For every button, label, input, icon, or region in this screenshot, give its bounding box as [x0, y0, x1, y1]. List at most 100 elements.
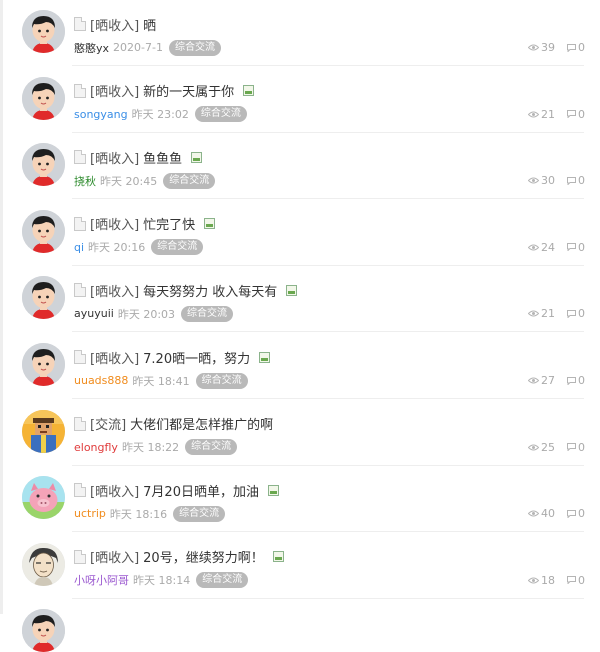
forum-tag[interactable]: 综合交流 [151, 239, 204, 256]
avatar[interactable] [22, 409, 65, 453]
image-attachment-icon [259, 351, 271, 363]
thread-category[interactable]: [晒收入] [90, 281, 139, 300]
thread-title-link[interactable]: 忙完了快 [143, 214, 195, 233]
thread-title-link[interactable]: 新的一天属于你 [143, 81, 234, 100]
thread-row[interactable]: [晒收入] 新的一天属于你 songyang 昨天 23:02 综合交流 21 0 [0, 67, 600, 133]
thread-category[interactable]: [晒收入] [90, 81, 139, 100]
thread-category[interactable]: [晒收入] [90, 148, 139, 167]
forum-tag[interactable]: 综合交流 [163, 172, 216, 189]
image-attachment-icon [204, 218, 216, 230]
reply-count: 0 [578, 440, 585, 454]
forum-tag[interactable]: 综合交流 [195, 372, 248, 389]
thread-row[interactable]: [晒收入] 7月20日晒单，加油 uctrip 昨天 18:16 综合交流 40 0 [0, 466, 600, 533]
post-time: 2020-7-1 [113, 41, 163, 54]
thread-title-link[interactable]: 7.20晒一晒，努力 [143, 348, 250, 367]
thread-category[interactable]: [晒收入] [90, 15, 139, 34]
reply-icon [567, 110, 576, 119]
author-link[interactable]: 挠秋 [74, 173, 96, 189]
view-count: 27 [541, 374, 555, 387]
thread-title-line: [晒收入] 7月20日晒单，加油 [74, 480, 279, 500]
thread-row[interactable]: [晒收入] 忙完了快 qi 昨天 20:16 综合交流 24 0 [0, 200, 600, 266]
thread-title-link[interactable]: 7月20日晒单，加油 [143, 481, 259, 500]
avatar[interactable] [22, 143, 65, 187]
thread-row[interactable]: [晒收入] 每天努努力 收入每天有 ayuyuii 昨天 20:03 综合交流 21 0 [0, 266, 600, 333]
image-attachment-icon [191, 151, 203, 163]
forum-tag[interactable]: 综合交流 [185, 439, 238, 456]
reply-icon [567, 243, 576, 252]
reply-count: 0 [578, 374, 585, 387]
eye-icon [528, 177, 539, 184]
avatar[interactable] [22, 209, 65, 253]
post-time: 昨天 20:45 [100, 174, 158, 188]
eye-icon [528, 377, 539, 384]
thread-category[interactable]: [晒收入] [90, 481, 139, 500]
avatar[interactable] [22, 609, 65, 652]
thread-meta: uuads888 昨天 18:41 综合交流 [74, 372, 248, 389]
thread-stats: 27 0 [528, 372, 585, 389]
view-count: 30 [541, 174, 555, 188]
thread-title-link[interactable]: 鱼鱼鱼 [143, 148, 182, 167]
thread-category[interactable]: [晒收入] [90, 214, 139, 233]
reply-icon [567, 176, 576, 185]
thread-title-line: [晒收入] 忙完了快 [74, 214, 216, 234]
thread-meta: 小呀小阿哥 昨天 18:14 综合交流 [74, 572, 249, 589]
thread-row[interactable]: [交流] 大佬们都是怎样推广的啊 elongfly 昨天 18:22 综合交流 25 0 [0, 400, 600, 466]
reply-count: 0 [578, 41, 585, 54]
post-time: 昨天 20:16 [88, 241, 146, 255]
author-link[interactable]: uuads888 [74, 374, 128, 387]
thread-stats: 25 0 [528, 439, 585, 456]
view-count: 21 [541, 107, 555, 121]
author-link[interactable]: qi [74, 241, 84, 254]
thread-category[interactable]: [交流] [90, 414, 126, 433]
view-count: 21 [541, 307, 555, 321]
thread-meta: songyang 昨天 23:02 综合交流 [74, 106, 247, 123]
reply-count: 0 [578, 507, 585, 521]
thread-stats: 40 0 [528, 505, 585, 522]
reply-icon [567, 443, 576, 452]
eye-icon [528, 244, 539, 251]
thread-title-link[interactable]: 20号，继续努力啊！ [143, 547, 264, 566]
view-count: 18 [541, 573, 555, 587]
author-link[interactable]: songyang [74, 108, 128, 121]
forum-tag[interactable]: 综合交流 [196, 572, 249, 589]
thread-category[interactable]: [晒收入] [90, 547, 139, 566]
author-link[interactable]: 小呀小阿哥 [74, 572, 129, 588]
thread-title-line: [晒收入] 晒 [74, 14, 156, 34]
thread-title-line: [晒收入] 20号，继续努力啊！ [74, 547, 284, 567]
thread-row[interactable]: [晒收入] 晒憨憨yx 2020-7-1 综合交流 39 0 [0, 0, 600, 66]
author-link[interactable]: uctrip [74, 507, 106, 520]
thread-title-link[interactable]: 晒 [143, 15, 156, 34]
thread-row[interactable]: [晒收入] 20号，继续努力啊！ 小呀小阿哥 昨天 18:14 综合交流 18 0 [0, 533, 600, 599]
avatar[interactable] [22, 10, 65, 53]
forum-tag[interactable]: 综合交流 [173, 505, 226, 522]
avatar[interactable] [22, 276, 65, 320]
reply-icon [567, 309, 576, 318]
thread-row[interactable]: [晒收入] 鱼鱼鱼挠秋 昨天 20:45 综合交流 30 0 [0, 133, 600, 200]
thread-row[interactable]: [晒收入] 7.20晒一晒，努力 uuads888 昨天 18:41 综合交流 27 0 [0, 333, 600, 399]
reply-count: 0 [578, 573, 585, 587]
avatar[interactable] [22, 343, 65, 386]
avatar[interactable] [22, 542, 65, 586]
document-icon [74, 350, 86, 364]
thread-category[interactable]: [晒收入] [90, 348, 139, 367]
post-time: 昨天 18:22 [121, 441, 180, 455]
author-link[interactable]: elongfly [74, 441, 118, 454]
avatar[interactable] [22, 476, 65, 520]
document-icon [74, 416, 86, 431]
post-time: 昨天 20:03 [117, 307, 176, 321]
thread-title-link[interactable]: 大佬们都是怎样推广的啊 [130, 414, 273, 433]
avatar[interactable] [22, 76, 65, 120]
post-time: 昨天 18:14 [133, 574, 191, 588]
thread-stats: 21 0 [528, 305, 585, 322]
forum-tag[interactable]: 综合交流 [194, 106, 247, 123]
forum-tag[interactable]: 综合交流 [181, 305, 234, 322]
eye-icon [528, 111, 539, 118]
thread-title-link[interactable]: 每天努努力 收入每天有 [143, 281, 277, 300]
view-count: 25 [541, 440, 555, 454]
author-link[interactable]: ayuyuii [74, 307, 114, 320]
reply-count: 0 [578, 107, 585, 121]
reply-count: 0 [578, 174, 585, 188]
forum-tag[interactable]: 综合交流 [168, 39, 221, 56]
author-link[interactable]: 憨憨yx [74, 40, 109, 56]
eye-icon [528, 444, 539, 451]
